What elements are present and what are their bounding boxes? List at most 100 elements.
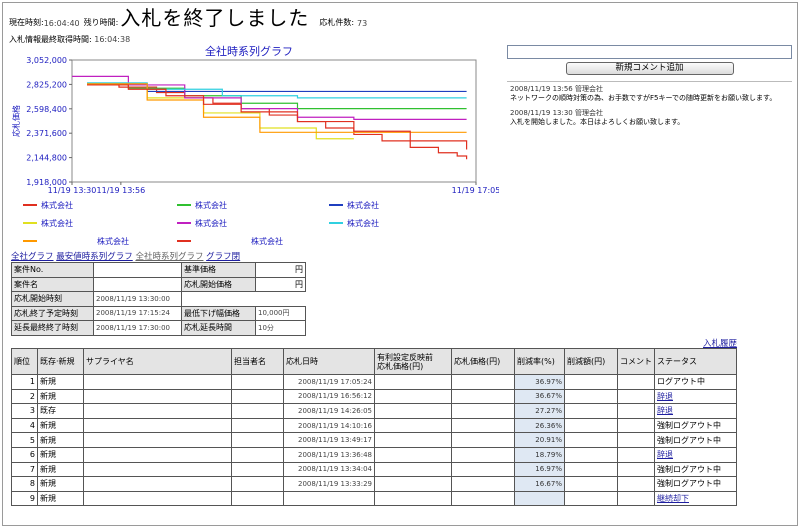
bid-type: 既存: [37, 403, 84, 419]
bid-type: 新規: [37, 490, 84, 507]
bid-pre-price: [374, 490, 452, 507]
status-link[interactable]: 辞退: [657, 450, 673, 459]
bid-datetime: [283, 490, 375, 507]
info-label: 応札延長時間: [181, 320, 256, 336]
bid-amount: [564, 403, 618, 419]
table-row: 8 新規 2008/11/19 13:33:29 16.67% 強制ログアウト中: [11, 476, 737, 492]
bid-rate: 26.36%: [514, 417, 565, 434]
bid-amount: [564, 417, 618, 434]
bid-rank: 9: [11, 490, 38, 507]
info-label: 延長最終終了時刻: [11, 320, 94, 336]
bid-count-label: 応札件数:: [319, 18, 355, 27]
bid-datetime: 2008/11/19 16:56:12: [283, 388, 375, 405]
bid-supplier: [83, 417, 232, 434]
info-row: 応札開始時刻 2008/11/19 13:30:00: [11, 291, 306, 307]
bid-comment: [617, 432, 655, 448]
bid-datetime: 2008/11/19 14:26:05: [283, 403, 375, 419]
comment-text: 入札を開始しました。本日はよろしくお願い致します。: [510, 118, 685, 126]
legend-label: 株式会社: [195, 200, 227, 210]
last-fetch-time: 16:04:38: [94, 35, 131, 44]
bid-type: 新規: [37, 374, 84, 390]
bid-price: [451, 490, 515, 507]
table-row: 5 新規 2008/11/19 13:49:17 20.91% 強制ログアウト中: [11, 432, 737, 448]
bid-pre-price: [374, 461, 452, 478]
col-existing-new: 既存·新規: [37, 348, 84, 375]
info-row: 延長最終終了時刻 2008/11/19 17:30:00 応札延長時間 10分: [11, 320, 306, 336]
bid-rate: 36.67%: [514, 388, 565, 405]
bid-person: [231, 403, 284, 419]
bid-status: 強制ログアウト中: [654, 476, 737, 492]
col-pre-price: 有利設定反映前 応札価格(円): [374, 348, 452, 375]
status-link[interactable]: 辞退: [657, 392, 673, 401]
bid-type: 新規: [37, 432, 84, 448]
bid-price: [451, 476, 515, 492]
info-value: 円: [255, 276, 306, 292]
tab-close-graph[interactable]: グラフ閉: [206, 252, 240, 262]
bid-status: 継続却下: [654, 490, 737, 507]
bid-comment: [617, 476, 655, 492]
info-row: 応札終了予定時刻 2008/11/19 17:15:24 最低下げ幅価格 10,…: [11, 305, 306, 321]
y-tick-label: 2,825,200: [26, 80, 67, 89]
bid-pre-price: [374, 374, 452, 390]
bid-supplier: [83, 432, 232, 448]
bid-datetime: 2008/11/19 13:34:04: [283, 461, 375, 478]
col-rate: 削減率(%): [514, 348, 565, 375]
bid-status: 辞退: [654, 388, 737, 405]
info-value: 2008/11/19 13:30:00: [93, 291, 182, 307]
graph-tabs: 全社グラフ 最安値時系列グラフ 全社時系列グラフ グラフ閉: [11, 250, 240, 262]
bid-supplier: [83, 446, 232, 463]
add-comment-button[interactable]: 新規コメント追加: [565, 62, 734, 75]
col-datetime: 応札日時: [283, 348, 375, 375]
bid-rank: 8: [11, 476, 38, 492]
status-link[interactable]: 継続却下: [657, 494, 689, 503]
plot-area: [71, 59, 477, 183]
info-label: 応札開始時刻: [11, 291, 94, 307]
bid-person: [231, 432, 284, 448]
y-tick-label: 2,144,800: [26, 154, 67, 163]
bid-pre-price: [374, 388, 452, 405]
info-value: 10,000円: [255, 305, 306, 321]
bid-pre-price: [374, 432, 452, 448]
bid-type: 新規: [37, 461, 84, 478]
legend-label: 株式会社: [347, 200, 379, 210]
table-row: 1 新規 2008/11/19 17:05:24 36.97% ログアウト中: [11, 374, 737, 390]
bid-rate: 27.27%: [514, 403, 565, 419]
bid-rate: 36.97%: [514, 374, 565, 390]
info-label: 案件No.: [11, 262, 94, 278]
bid-comment: [617, 388, 655, 405]
bid-status: 強制ログアウト中: [654, 461, 737, 478]
bid-count: 73: [357, 19, 368, 28]
info-row: 案件No. 基準価格 円: [11, 262, 306, 278]
legend-label: 株式会社: [195, 218, 227, 228]
y-tick-label: 3,052,000: [26, 56, 67, 65]
bid-datetime: 2008/11/19 13:33:29: [283, 476, 375, 492]
info-value: 2008/11/19 17:15:24: [93, 305, 182, 321]
bid-datetime: 2008/11/19 17:05:24: [283, 374, 375, 390]
page-title: 入札を終了しました: [120, 6, 310, 30]
tab-all-company-graph[interactable]: 全社グラフ: [11, 252, 54, 262]
info-label: 案件名: [11, 276, 94, 292]
tab-lowest-price-graph[interactable]: 最安値時系列グラフ: [56, 252, 133, 262]
table-row: 3 既存 2008/11/19 14:26:05 27.27% 辞退: [11, 403, 737, 419]
bid-person: [231, 476, 284, 492]
table-row: 2 新規 2008/11/19 16:56:12 36.67% 辞退: [11, 388, 737, 405]
current-time-label: 現在時刻:: [9, 18, 44, 27]
bid-type: 新規: [37, 446, 84, 463]
status-link[interactable]: 辞退: [657, 406, 673, 415]
bid-comment: [617, 446, 655, 463]
bid-pre-price: [374, 417, 452, 434]
info-label: 基準価格: [181, 262, 256, 278]
bid-amount: [564, 490, 618, 507]
col-comment: コメント: [617, 348, 655, 375]
bid-rank: 7: [11, 461, 38, 478]
bid-type: 新規: [37, 417, 84, 434]
chart-svg: 全社時系列グラフ応札価格 3,052,000 2,825,200 2,598,400 2…: [11, 44, 500, 246]
table-row: 9 新規 継続却下: [11, 490, 737, 507]
remaining-time-label: 残り時間:: [83, 18, 119, 27]
header-row: 現在時刻: 16:04:40 残り時間: 入札を終了しました 応札件数: 73: [9, 6, 371, 31]
tab-all-company-timeseries[interactable]: 全社時系列グラフ: [135, 252, 203, 262]
comment-input[interactable]: [507, 45, 792, 59]
bid-type: 新規: [37, 476, 84, 492]
legend-label: 株式会社: [251, 236, 283, 246]
bid-status: 強制ログアウト中: [654, 417, 737, 434]
